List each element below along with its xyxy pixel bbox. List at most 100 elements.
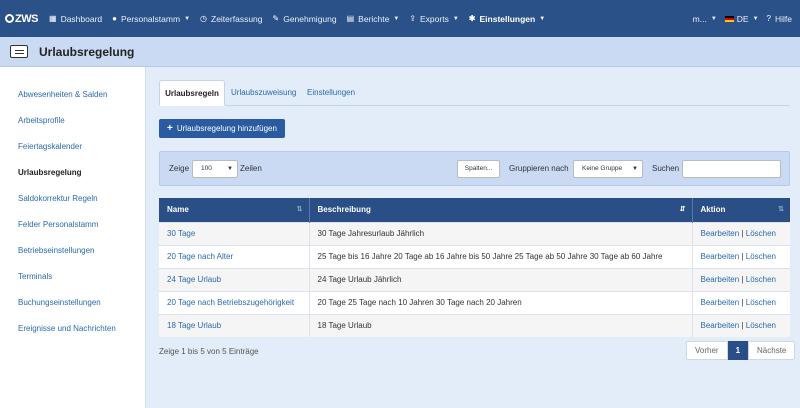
nav-user-label: m... — [692, 13, 707, 24]
pagination-prev[interactable]: Vorher — [686, 341, 728, 360]
nav-language[interactable]: DE ▼ — [724, 13, 759, 24]
page-header: Urlaubsregelung — [0, 37, 800, 67]
rule-name-link[interactable]: 30 Tage — [159, 221, 310, 245]
rule-name-link[interactable]: 18 Tage Urlaub — [159, 313, 310, 337]
action-separator: | — [741, 275, 744, 284]
sidebar-item-urlaubsregelung[interactable]: Urlaubsregelung — [18, 168, 82, 177]
nav-zeiterfassung[interactable]: ◷ Zeiterfassung — [200, 14, 262, 24]
clock-icon: ◷ — [200, 14, 207, 23]
nav-personalstamm[interactable]: ● Personalstamm ▼ — [112, 14, 190, 24]
edit-link[interactable]: Bearbeiten — [701, 229, 740, 238]
nav-help-label: Hilfe — [774, 13, 792, 24]
rule-description: 30 Tage Jahresurlaub Jährlich — [309, 221, 693, 245]
grid-icon: ▦ — [49, 14, 57, 23]
nav-zeiterfassung-label: Zeiterfassung — [211, 13, 263, 24]
row-actions: Bearbeiten | Löschen — [692, 290, 790, 314]
page-size-select[interactable]: 100 ▼ — [192, 160, 238, 178]
row-actions: Bearbeiten | Löschen — [692, 313, 790, 337]
table-row: 18 Tage Urlaub 18 Tage Urlaub Bearbeiten… — [159, 313, 790, 337]
column-header-name[interactable]: Name ⇅ — [159, 198, 310, 222]
person-icon: ● — [112, 14, 117, 23]
chevron-down-icon: ▼ — [632, 166, 638, 172]
rule-name-link[interactable]: 20 Tage nach Betriebszugehörigkeit — [159, 290, 310, 314]
nav-language-label: DE — [736, 13, 749, 24]
sidebar-item-saldokorrektur[interactable]: Saldokorrektur Regeln — [18, 194, 98, 203]
rule-description: 24 Tage Urlaub Jährlich — [309, 267, 693, 291]
sidebar-item-abwesenheiten[interactable]: Abwesenheiten & Salden — [18, 90, 107, 99]
column-header-description[interactable]: Beschreibung ⇵ — [309, 198, 693, 222]
rows-label: Zeilen — [240, 164, 262, 173]
sidebar-item-arbeitsprofile[interactable]: Arbeitsprofile — [18, 116, 65, 125]
delete-link[interactable]: Löschen — [746, 275, 776, 284]
nav-exports-label: Exports — [420, 13, 449, 24]
nav-genehmigung-label: Genehmigung — [283, 13, 337, 24]
brand-logo[interactable]: ZWS — [5, 13, 49, 25]
nav-berichte-label: Berichte — [358, 13, 390, 24]
sidebar: Abwesenheiten & Salden Arbeitsprofile Fe… — [0, 67, 146, 408]
nav-user[interactable]: m... ▼ — [693, 14, 717, 24]
pagination-page-1[interactable]: 1 — [727, 341, 749, 360]
action-separator: | — [741, 321, 744, 331]
columns-button[interactable]: Spalten... — [457, 160, 500, 178]
table-row: 20 Tage nach Alter 25 Tage bis 16 Jahre … — [159, 244, 790, 268]
sidebar-item-terminals[interactable]: Terminals — [18, 272, 52, 281]
nav-dashboard[interactable]: ▦ Dashboard — [49, 14, 102, 24]
rule-description: 25 Tage bis 16 Jahre 20 Tage ab 16 Jahre… — [309, 244, 693, 268]
sidebar-item-felder-personalstamm[interactable]: Felder Personalstamm — [18, 220, 98, 229]
rule-name-link[interactable]: 20 Tage nach Alter — [159, 244, 310, 268]
table-info: Zeige 1 bis 5 von 5 Einträge — [159, 347, 259, 356]
nav-einstellungen-label: Einstellungen — [479, 13, 536, 24]
sidebar-item-betriebseinstellungen[interactable]: Betriebseinstellungen — [18, 246, 95, 255]
row-actions: Bearbeiten | Löschen — [692, 267, 790, 291]
action-separator: | — [741, 298, 744, 307]
nav-personalstamm-label: Personalstamm — [121, 13, 181, 24]
table-row: 30 Tage 30 Tage Jahresurlaub Jährlich Be… — [159, 221, 790, 245]
action-separator: | — [741, 252, 744, 261]
chevron-down-icon: ▼ — [184, 15, 191, 22]
column-header-description-label: Beschreibung — [317, 205, 371, 215]
menu-toggle-icon[interactable] — [10, 45, 28, 58]
pagination-next[interactable]: Nächste — [748, 341, 796, 360]
edit-icon: ✎ — [272, 14, 280, 23]
edit-link[interactable]: Bearbeiten — [701, 298, 740, 307]
chevron-down-icon: ▼ — [393, 15, 400, 22]
group-by-label: Gruppieren nach — [509, 164, 569, 173]
nav-dashboard-label: Dashboard — [60, 13, 103, 24]
filter-bar: Zeige 100 ▼ Zeilen Spalten... Gruppieren… — [159, 151, 790, 186]
delete-link[interactable]: Löschen — [746, 298, 776, 307]
brand-name: ZWS — [15, 12, 38, 25]
rule-description: 20 Tage 25 Tage nach 10 Jahren 30 Tage n… — [309, 290, 693, 314]
table-header-row: Name ⇅ Beschreibung ⇵ Aktion ⇅ — [159, 198, 790, 222]
nav-help[interactable]: ? Hilfe — [767, 14, 792, 24]
action-separator: | — [741, 229, 744, 238]
delete-link[interactable]: Löschen — [746, 321, 776, 330]
nav-berichte[interactable]: ▤ Berichte ▼ — [347, 14, 400, 24]
sort-icon: ⇅ — [296, 206, 303, 213]
sidebar-item-buchungseinstellungen[interactable]: Buchungseinstellungen — [18, 298, 101, 307]
nav-exports[interactable]: ⇪ Exports ▼ — [409, 14, 458, 24]
delete-link[interactable]: Löschen — [746, 229, 776, 238]
rule-name-link[interactable]: 24 Tage Urlaub — [159, 267, 310, 291]
group-by-select[interactable]: Keine Gruppe ▼ — [573, 160, 643, 178]
edit-link[interactable]: Bearbeiten — [701, 321, 740, 330]
search-input[interactable] — [682, 160, 781, 178]
add-vacation-rule-button[interactable]: + Urlaubsregelung hinzufügen — [159, 119, 285, 138]
sidebar-item-feiertagskalender[interactable]: Feiertagskalender — [18, 142, 82, 151]
tab-einstellungen[interactable]: Einstellungen — [307, 80, 355, 106]
chevron-down-icon: ▼ — [227, 166, 233, 172]
page-size-value: 100 — [201, 165, 212, 172]
show-label: Zeige — [169, 164, 190, 173]
column-header-action[interactable]: Aktion ⇅ — [692, 198, 790, 222]
tab-urlaubszuweisung[interactable]: Urlaubszuweisung — [231, 80, 296, 106]
nav-einstellungen[interactable]: ✱ Einstellungen ▼ — [469, 14, 545, 24]
nav-genehmigung[interactable]: ✎ Genehmigung — [273, 14, 337, 24]
row-actions: Bearbeiten | Löschen — [692, 244, 790, 268]
column-header-name-label: Name — [167, 205, 189, 215]
delete-link[interactable]: Löschen — [746, 252, 776, 261]
edit-link[interactable]: Bearbeiten — [701, 252, 740, 261]
tab-urlaubsregeln[interactable]: Urlaubsregeln — [159, 80, 225, 106]
nav-right: m... ▼ DE ▼ ? Hilfe — [693, 14, 800, 24]
chevron-down-icon: ▼ — [539, 15, 546, 22]
edit-link[interactable]: Bearbeiten — [701, 275, 740, 284]
sidebar-item-ereignisse[interactable]: Ereignisse und Nachrichten — [18, 324, 116, 333]
